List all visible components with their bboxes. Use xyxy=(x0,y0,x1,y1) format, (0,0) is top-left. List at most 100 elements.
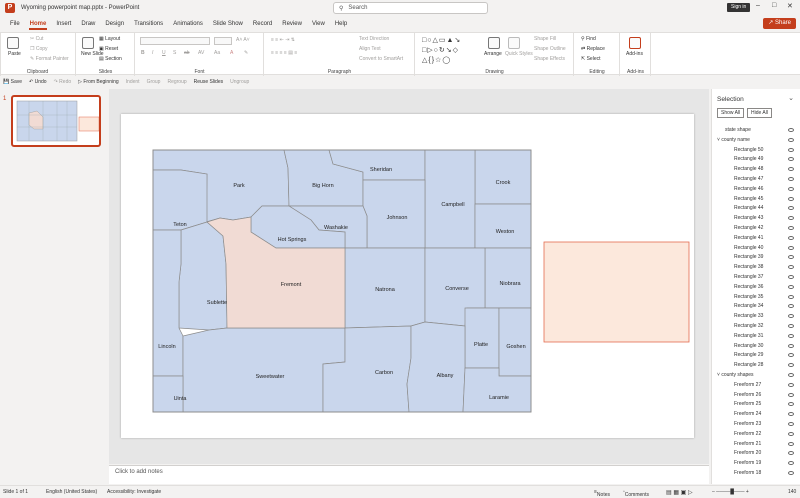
rectangle-item[interactable]: Rectangle 28 xyxy=(734,362,763,368)
eye-icon[interactable] xyxy=(788,137,794,142)
rectangle-item[interactable]: Rectangle 43 xyxy=(734,215,763,221)
from-beginning-button[interactable]: ▷ From Beginning xyxy=(78,79,119,85)
undo-button[interactable]: ↶ Undo xyxy=(29,79,47,85)
sign-in-button[interactable]: Sign in xyxy=(727,3,751,12)
minimize-icon[interactable]: – xyxy=(756,2,760,9)
hide-all-button[interactable]: Hide All xyxy=(747,108,772,118)
search-box[interactable]: ⚲ Search xyxy=(333,2,488,14)
state-shape-item[interactable]: state shape xyxy=(725,127,751,133)
tab-slide-show[interactable]: Slide Show xyxy=(208,17,248,31)
save-button[interactable]: 💾 Save xyxy=(3,79,22,85)
tab-file[interactable]: File xyxy=(5,17,25,31)
font-name-box[interactable] xyxy=(140,37,210,45)
tab-review[interactable]: Review xyxy=(277,17,307,31)
eye-icon[interactable] xyxy=(788,441,794,446)
eye-icon[interactable] xyxy=(788,422,794,426)
tab-help[interactable]: Help xyxy=(330,17,352,31)
eye-icon[interactable] xyxy=(788,275,794,279)
tab-transitions[interactable]: Transitions xyxy=(129,17,168,31)
addins-button[interactable]: Add-ins xyxy=(626,51,643,57)
eye-icon[interactable] xyxy=(788,226,794,230)
shapes-gallery[interactable]: □○△▭▲↘ xyxy=(422,36,461,44)
freeform-item[interactable]: Freeform 26 xyxy=(734,392,761,398)
zoom-slider[interactable]: – ────█─── + xyxy=(712,489,749,495)
eye-icon[interactable] xyxy=(788,461,794,466)
eye-icon[interactable] xyxy=(788,363,794,368)
underline-icon[interactable]: U xyxy=(162,50,166,56)
rectangle-item[interactable]: Rectangle 49 xyxy=(734,156,763,162)
font-color-icon[interactable]: A xyxy=(230,50,233,56)
freeform-item[interactable]: Freeform 19 xyxy=(734,460,761,466)
shadow-icon[interactable]: S xyxy=(173,50,176,56)
italic-icon[interactable]: I xyxy=(152,50,153,56)
eye-icon[interactable] xyxy=(788,402,794,407)
eye-icon[interactable] xyxy=(788,245,794,250)
eye-icon[interactable] xyxy=(788,294,794,299)
paste-icon[interactable] xyxy=(7,37,19,49)
freeform-item[interactable]: Freeform 24 xyxy=(734,411,761,417)
tab-insert[interactable]: Insert xyxy=(51,17,76,31)
eye-icon[interactable] xyxy=(788,304,794,309)
reuse-slides-button[interactable]: Reuse Slides xyxy=(194,79,223,85)
font-size-box[interactable] xyxy=(214,37,232,45)
select-button[interactable]: ⇱ Select xyxy=(581,56,601,62)
rectangle-item[interactable]: Rectangle 32 xyxy=(734,323,763,329)
convert-smartart-button[interactable]: Convert to SmartArt xyxy=(359,56,403,62)
shape-effects-button[interactable]: Shape Effects xyxy=(534,56,565,62)
rectangle-item[interactable]: Rectangle 40 xyxy=(734,245,763,251)
rectangle-item[interactable]: Rectangle 48 xyxy=(734,166,763,172)
slide-thumbnail[interactable] xyxy=(11,95,101,147)
eye-icon[interactable] xyxy=(788,353,794,358)
eye-icon[interactable] xyxy=(788,314,794,319)
rectangle-item[interactable]: Rectangle 29 xyxy=(734,352,763,358)
accessibility-status[interactable]: Accessibility: Investigate xyxy=(107,489,161,495)
align-text-button[interactable]: Align Text xyxy=(359,46,381,52)
rectangle-item[interactable]: Rectangle 38 xyxy=(734,264,763,270)
section-button[interactable]: ▤ Section xyxy=(99,56,122,62)
quick-styles-icon[interactable] xyxy=(508,37,520,49)
shapes-gallery-row2[interactable]: □▷○↻↘◇ xyxy=(422,46,459,54)
notes-pane[interactable]: Click to add notes xyxy=(109,465,709,484)
rectangle-item[interactable]: Rectangle 47 xyxy=(734,176,763,182)
freeform-item[interactable]: Freeform 22 xyxy=(734,431,761,437)
redo-button[interactable]: ↷ Redo xyxy=(54,79,72,85)
eye-icon[interactable] xyxy=(788,284,794,289)
eye-icon[interactable] xyxy=(788,451,794,456)
layout-button[interactable]: ▦ Layout xyxy=(99,36,120,42)
freeform-item[interactable]: Freeform 23 xyxy=(734,421,761,427)
rectangle-item[interactable]: Rectangle 30 xyxy=(734,343,763,349)
zoom-level[interactable]: 140 xyxy=(788,489,796,495)
format-painter-button[interactable]: ✎ Format Painter xyxy=(30,56,69,62)
comments-button[interactable]: ▫ Comments xyxy=(623,489,649,498)
eye-icon[interactable] xyxy=(788,196,794,201)
rectangle-item[interactable]: Rectangle 34 xyxy=(734,303,763,309)
ungroup-button[interactable]: Ungroup xyxy=(230,79,249,85)
eye-icon[interactable] xyxy=(788,431,794,436)
eye-icon[interactable] xyxy=(788,177,794,181)
group-button[interactable]: Group xyxy=(147,79,161,85)
close-icon[interactable]: ✕ xyxy=(787,2,793,10)
county-name-group[interactable]: ˅ county name xyxy=(717,137,750,143)
tab-design[interactable]: Design xyxy=(100,17,129,31)
eye-icon[interactable] xyxy=(788,206,794,211)
arrange-icon[interactable] xyxy=(488,37,500,49)
cut-button[interactable]: ✂ Cut xyxy=(30,36,43,42)
paste-button[interactable]: Paste xyxy=(8,51,21,57)
change-case-icon[interactable]: Aa xyxy=(214,50,220,56)
normal-view-icon[interactable]: ▤ ▦ ▣ ▷ xyxy=(666,489,693,496)
align-icons[interactable]: ≡ ≡ ≡ ≡ ▤ ≡ xyxy=(271,50,297,56)
font-grow-icon[interactable]: A˄ A˅ xyxy=(236,37,250,43)
chevron-down-icon[interactable]: ⌄ xyxy=(788,94,794,102)
tab-home[interactable]: Home xyxy=(25,17,52,31)
eye-icon[interactable] xyxy=(788,147,794,152)
reset-button[interactable]: ▣ Reset xyxy=(99,46,118,52)
rectangle-item[interactable]: Rectangle 36 xyxy=(734,284,763,290)
rectangle-item[interactable]: Rectangle 31 xyxy=(734,333,763,339)
tab-animations[interactable]: Animations xyxy=(168,17,208,31)
find-button[interactable]: ⚲ Find xyxy=(581,36,596,42)
shapes-gallery-row3[interactable]: △{}☆◯ xyxy=(422,56,451,64)
show-all-button[interactable]: Show All xyxy=(717,108,745,118)
county-shapes-group[interactable]: ˅ county shapes xyxy=(717,372,754,378)
eye-icon[interactable] xyxy=(788,255,794,260)
rectangle-item[interactable]: Rectangle 50 xyxy=(734,147,763,153)
